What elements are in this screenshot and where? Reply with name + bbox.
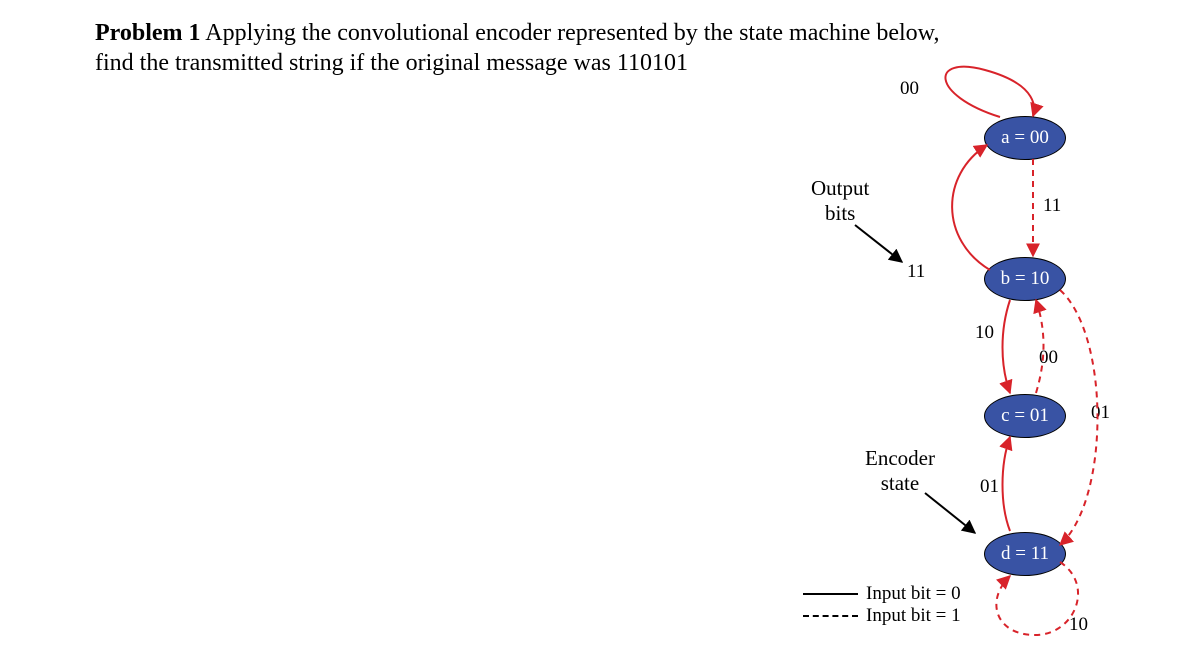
edge-c-to-b-label: 00	[1039, 347, 1058, 369]
encoder-state-line2: state	[881, 471, 919, 495]
state-a: a = 00	[984, 116, 1066, 160]
state-d-label: d = 11	[1001, 543, 1049, 565]
edge-a-to-b-label: 11	[1043, 195, 1061, 217]
state-b-label: b = 10	[1001, 268, 1050, 290]
edge-d-loop-label: 10	[1069, 614, 1088, 636]
state-b: b = 10	[984, 257, 1066, 301]
legend-input1-label: Input bit = 1	[866, 605, 961, 627]
problem-text-2: find the transmitted string if the origi…	[95, 50, 688, 76]
problem-title: Problem 1 Applying the convolutional enc…	[95, 18, 1095, 78]
legend-row-1: Input bit = 1	[803, 605, 961, 627]
legend-solid-line-icon	[803, 593, 858, 595]
state-c: c = 01	[984, 394, 1066, 438]
page: Problem 1 Applying the convolutional enc…	[0, 0, 1200, 649]
state-d: d = 11	[984, 532, 1066, 576]
edge-a-loop-label: 00	[900, 78, 919, 100]
edge-d-to-c-label: 01	[980, 476, 999, 498]
problem-text-1: Applying the convolutional encoder repre…	[205, 20, 939, 46]
encoder-state-annotation: Encoder state	[865, 446, 935, 496]
legend-input0-label: Input bit = 0	[866, 583, 961, 605]
output-bits-annotation: Output bits	[811, 176, 869, 226]
edge-b-to-d-label: 01	[1091, 402, 1110, 424]
legend-dashed-line-icon	[803, 615, 858, 617]
output-bits-line2: bits	[825, 201, 855, 225]
state-c-label: c = 01	[1001, 405, 1049, 427]
state-a-label: a = 00	[1001, 127, 1049, 149]
edge-b-to-a-label: 11	[907, 261, 925, 283]
legend-row-0: Input bit = 0	[803, 583, 961, 605]
edge-b-to-c-label: 10	[975, 322, 994, 344]
output-bits-line1: Output	[811, 176, 869, 200]
legend: Input bit = 0 Input bit = 1	[803, 583, 961, 627]
problem-label: Problem 1	[95, 20, 201, 46]
encoder-state-line1: Encoder	[865, 446, 935, 470]
